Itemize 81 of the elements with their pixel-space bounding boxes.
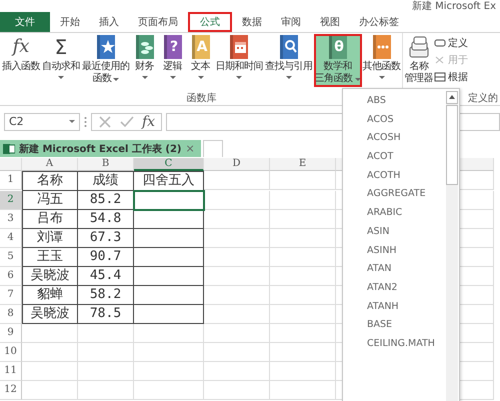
table-cell: 四舍五入 [134,171,204,191]
column-header[interactable]: C [134,158,204,171]
column-header[interactable]: A [22,158,78,171]
ribbon-button[interactable]: Σ 自动求和 [41,34,81,81]
row-header[interactable]: 6 [0,267,22,286]
row-header[interactable]: 12 [0,381,22,400]
table-cell: 吴晓波 [22,267,78,286]
table-cell: 54.8 [78,210,134,229]
workbook-title: 新建 Microsoft Excel 工作表 (2) [19,142,182,156]
menu-item[interactable]: ACOTH [343,166,446,184]
table-cell: 58.2 [78,286,134,305]
menu-item[interactable]: ACOSH [343,128,446,148]
row-header[interactable]: 10 [0,343,22,362]
menu-item[interactable]: ATAN2 [343,278,446,297]
menu-item[interactable]: ACOT [343,147,446,166]
row-header[interactable]: 3 [0,210,22,229]
row-header[interactable]: 5 [0,248,22,267]
menu-item[interactable]: AGGREGATE [343,184,446,204]
menu-item[interactable]: ABS [343,91,446,110]
name-box[interactable]: C2 [4,112,80,130]
column-header[interactable]: B [78,158,134,171]
table-cell: 冯五 [22,191,78,210]
ribbon-button[interactable]: ? 逻辑 [158,34,186,81]
menu-item[interactable]: ATANH [343,296,446,316]
table-cell: 45.4 [78,267,134,286]
ribbon-tab[interactable]: 公式 [188,12,232,32]
menu-item[interactable]: BASE [343,315,446,334]
file-tab[interactable]: 文件 [0,12,50,32]
function-icon: fx [9,35,33,59]
menu-item[interactable]: ASINH [343,240,446,260]
book-icon: ? [164,35,182,59]
insert-function-button[interactable]: fx [142,114,156,130]
book-icon: θ [328,35,346,59]
table-cell: 85.2 [78,191,134,210]
book-icon: A [192,35,210,59]
ribbon-button[interactable]: 名称 管理器 [404,34,434,87]
menu-item[interactable]: ATAN [343,259,446,278]
row-header[interactable]: 7 [0,286,22,305]
ribbon-item[interactable]: 根据 [434,70,468,84]
ribbon-tab[interactable]: 审阅 [272,12,310,32]
ribbon-tab[interactable]: 开始 [51,12,89,32]
ribbon-button[interactable]: fx 插入函数 [1,34,41,75]
window-title: 新建 Microsoft Ex [412,2,496,12]
workbook-tab[interactable]: 新建 Microsoft Excel 工作表 (2) × [0,140,201,157]
group-label: 定义的 [468,92,498,105]
table-cell: 吴晓波 [22,305,78,324]
sigma-icon: Σ [49,35,73,59]
table-cell: 成绩 [78,171,134,191]
ribbon-tab[interactable]: 办公标签 [350,12,408,32]
table-cell: 名称 [22,171,78,191]
ribbon-button[interactable]: A 文本 [186,34,214,81]
table-cell: 67.3 [78,229,134,248]
table-cell: 王玉 [22,248,78,267]
ribbon-button[interactable]: 其他函数 [362,34,402,81]
table-cell: 78.5 [78,305,134,324]
ribbon-tab[interactable]: 页面布局 [129,12,187,32]
table-cell: 90.7 [78,248,134,267]
row-header[interactable]: 11 [0,362,22,381]
ribbon-button[interactable]: 日期和时间 [214,34,264,81]
menu-item[interactable]: ASIN [343,222,446,240]
group-label: 函数库 [186,92,216,105]
row-header[interactable]: 2 [0,191,22,210]
row-header[interactable]: 9 [0,324,22,343]
table-cell: 吕布 [22,210,78,229]
row-header[interactable]: 1 [0,171,22,190]
column-header[interactable]: E [270,158,336,171]
menu-item[interactable]: ACOS [343,110,446,128]
menu-item[interactable]: ARABIC [343,203,446,222]
row-header[interactable]: 8 [0,305,22,324]
column-header[interactable]: D [204,158,270,171]
row-header[interactable]: 4 [0,229,22,248]
ribbon-button[interactable]: 查找与引用 [264,34,314,81]
ribbon-tab[interactable]: 插入 [90,12,128,32]
ribbon-tab[interactable]: 数据 [233,12,271,32]
ribbon-tab[interactable]: 视图 [311,12,349,32]
ribbon-button[interactable]: 财务 [130,34,158,81]
ribbon-item[interactable]: 定义 [434,36,468,50]
table-cell: 刘谭 [22,229,78,248]
ribbon-button[interactable]: 最近使用的 函数 [81,34,130,87]
table-cell: 貂蝉 [22,286,78,305]
menu-item[interactable]: CEILING.MATH [343,334,446,353]
